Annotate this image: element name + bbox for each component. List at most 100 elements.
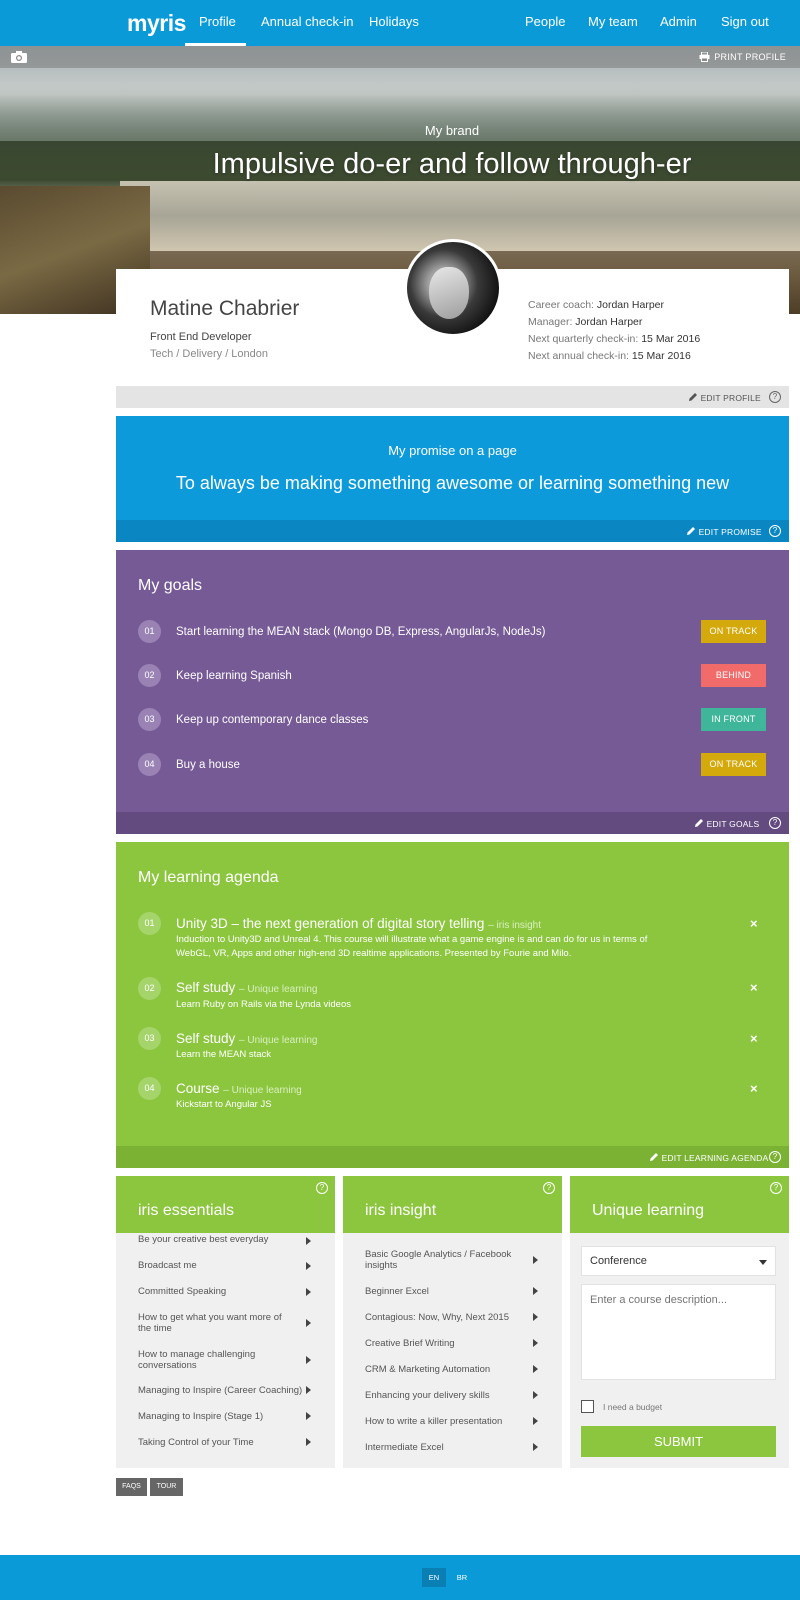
- pencil-icon: [650, 1153, 658, 1161]
- nav-annual-check-in[interactable]: Annual check-in: [261, 14, 354, 29]
- submit-button[interactable]: SUBMIT: [581, 1426, 776, 1457]
- language-en[interactable]: EN: [422, 1568, 446, 1587]
- chevron-right-icon[interactable]: [533, 1256, 538, 1264]
- logo[interactable]: myris: [127, 10, 186, 37]
- annual-checkin-row: Next annual check-in: 15 Mar 2016: [528, 350, 691, 362]
- goal-text: Buy a house: [176, 759, 240, 771]
- help-icon[interactable]: ?: [543, 1182, 555, 1194]
- career-coach: Jordan Harper: [596, 299, 664, 311]
- chevron-right-icon[interactable]: [306, 1438, 311, 1446]
- learning-item-description: Learn Ruby on Rails via the Lynda videos: [176, 999, 351, 1010]
- quarterly-checkin-row: Next quarterly check-in: 15 Mar 2016: [528, 333, 701, 345]
- hero-toolbar: [0, 46, 800, 68]
- manager-row: Manager: Jordan Harper: [528, 316, 643, 328]
- help-icon[interactable]: ?: [769, 1151, 781, 1163]
- camera-icon[interactable]: [11, 51, 27, 63]
- course-type-value: Conference: [590, 1255, 647, 1267]
- chevron-right-icon[interactable]: [533, 1313, 538, 1321]
- course-item[interactable]: Taking Control of your Time: [138, 1437, 290, 1448]
- learning-agenda-title: My learning agenda: [138, 869, 279, 886]
- profile-role: Front End Developer: [150, 331, 252, 343]
- course-item[interactable]: Beginner Excel: [365, 1286, 517, 1297]
- course-item[interactable]: How to get what you want more of the tim…: [138, 1312, 290, 1334]
- nav-holidays[interactable]: Holidays: [369, 14, 419, 29]
- chevron-right-icon[interactable]: [306, 1288, 311, 1296]
- nav-admin[interactable]: Admin: [660, 14, 697, 29]
- nav-profile[interactable]: Profile: [199, 14, 236, 29]
- help-icon[interactable]: ?: [316, 1182, 328, 1194]
- course-item[interactable]: Intermediate Excel: [365, 1442, 517, 1453]
- brand-label: My brand: [424, 123, 480, 138]
- help-icon[interactable]: ?: [770, 1182, 782, 1194]
- goal-text: Keep up contemporary dance classes: [176, 714, 369, 726]
- edit-goals-link[interactable]: EDIT GOALS: [694, 818, 759, 829]
- goal-status-badge[interactable]: ON TRACK: [701, 620, 766, 643]
- goal-status-badge[interactable]: ON TRACK: [701, 753, 766, 776]
- help-icon[interactable]: ?: [769, 817, 781, 829]
- tour-button[interactable]: TOUR: [150, 1478, 183, 1496]
- goal-number: 01: [138, 620, 161, 643]
- chevron-right-icon[interactable]: [306, 1237, 311, 1245]
- course-item[interactable]: Managing to Inspire (Stage 1): [138, 1411, 290, 1422]
- remove-icon[interactable]: ×: [750, 916, 758, 931]
- avatar: [404, 239, 502, 337]
- course-item[interactable]: Creative Brief Writing: [365, 1338, 517, 1349]
- budget-checkbox-label: I need a budget: [603, 1402, 663, 1412]
- learning-number: 01: [138, 912, 161, 935]
- budget-checkbox[interactable]: [581, 1400, 594, 1413]
- chevron-right-icon[interactable]: [533, 1417, 538, 1425]
- course-item[interactable]: Be your creative best everyday: [138, 1234, 290, 1245]
- print-profile-link[interactable]: PRINT PROFILE: [699, 51, 786, 62]
- goal-number: 03: [138, 708, 161, 731]
- nav-sign-out[interactable]: Sign out: [721, 14, 769, 29]
- course-item[interactable]: Basic Google Analytics / Facebook insigh…: [365, 1249, 517, 1271]
- course-item[interactable]: Enhancing your delivery skills: [365, 1390, 517, 1401]
- annual-checkin-date: 15 Mar 2016: [631, 350, 691, 362]
- brand-title: Impulsive do-er and follow through-er: [212, 148, 692, 180]
- faqs-button[interactable]: FAQS: [116, 1478, 147, 1496]
- chevron-right-icon[interactable]: [306, 1319, 311, 1327]
- remove-icon[interactable]: ×: [750, 1081, 758, 1096]
- chevron-right-icon[interactable]: [306, 1386, 311, 1394]
- course-type-select[interactable]: Conference: [581, 1246, 776, 1276]
- course-item[interactable]: Broadcast me: [138, 1260, 290, 1271]
- goal-number: 04: [138, 753, 161, 776]
- unique-learning-title: Unique learning: [592, 1202, 705, 1219]
- edit-learning-agenda-link[interactable]: EDIT LEARNING AGENDA: [649, 1152, 768, 1163]
- course-description-field[interactable]: [581, 1284, 776, 1380]
- remove-icon[interactable]: ×: [750, 1031, 758, 1046]
- course-item[interactable]: How to write a killer presentation: [365, 1416, 517, 1427]
- help-icon[interactable]: ?: [769, 391, 781, 403]
- goal-status-badge[interactable]: IN FRONT: [701, 708, 766, 731]
- language-br[interactable]: BR: [450, 1568, 474, 1587]
- goals-footer: [116, 812, 789, 834]
- chevron-right-icon[interactable]: [533, 1339, 538, 1347]
- chevron-right-icon[interactable]: [533, 1365, 538, 1373]
- goal-status-badge[interactable]: BEHIND: [701, 664, 766, 687]
- learning-item-title: Self study – Unique learning: [176, 980, 318, 995]
- course-item[interactable]: Contagious: Now, Why, Next 2015: [365, 1312, 517, 1323]
- course-item[interactable]: Managing to Inspire (Career Coaching): [138, 1385, 303, 1396]
- chevron-right-icon[interactable]: [306, 1262, 311, 1270]
- course-item[interactable]: Committed Speaking: [138, 1286, 290, 1297]
- iris-essentials-title: iris essentials: [138, 1202, 235, 1219]
- pencil-icon: [695, 819, 703, 827]
- course-item[interactable]: How to manage challenging conversations: [138, 1349, 290, 1371]
- goal-text: Keep learning Spanish: [176, 670, 292, 682]
- chevron-right-icon[interactable]: [533, 1391, 538, 1399]
- printer-icon: [699, 51, 710, 62]
- profile-location: Tech / Delivery / London: [150, 348, 269, 360]
- quarterly-checkin-date: 15 Mar 2016: [641, 333, 701, 345]
- chevron-right-icon[interactable]: [533, 1443, 538, 1451]
- course-item[interactable]: CRM & Marketing Automation: [365, 1364, 517, 1375]
- promise-text: To always be making something awesome or…: [175, 473, 730, 493]
- nav-my-team[interactable]: My team: [588, 14, 638, 29]
- edit-profile-link[interactable]: EDIT PROFILE: [688, 392, 761, 403]
- chevron-right-icon[interactable]: [533, 1287, 538, 1295]
- chevron-right-icon[interactable]: [306, 1356, 311, 1364]
- remove-icon[interactable]: ×: [750, 980, 758, 995]
- nav-people[interactable]: People: [525, 14, 565, 29]
- edit-promise-link[interactable]: EDIT PROMISE: [686, 526, 762, 537]
- help-icon[interactable]: ?: [769, 525, 781, 537]
- chevron-right-icon[interactable]: [306, 1412, 311, 1420]
